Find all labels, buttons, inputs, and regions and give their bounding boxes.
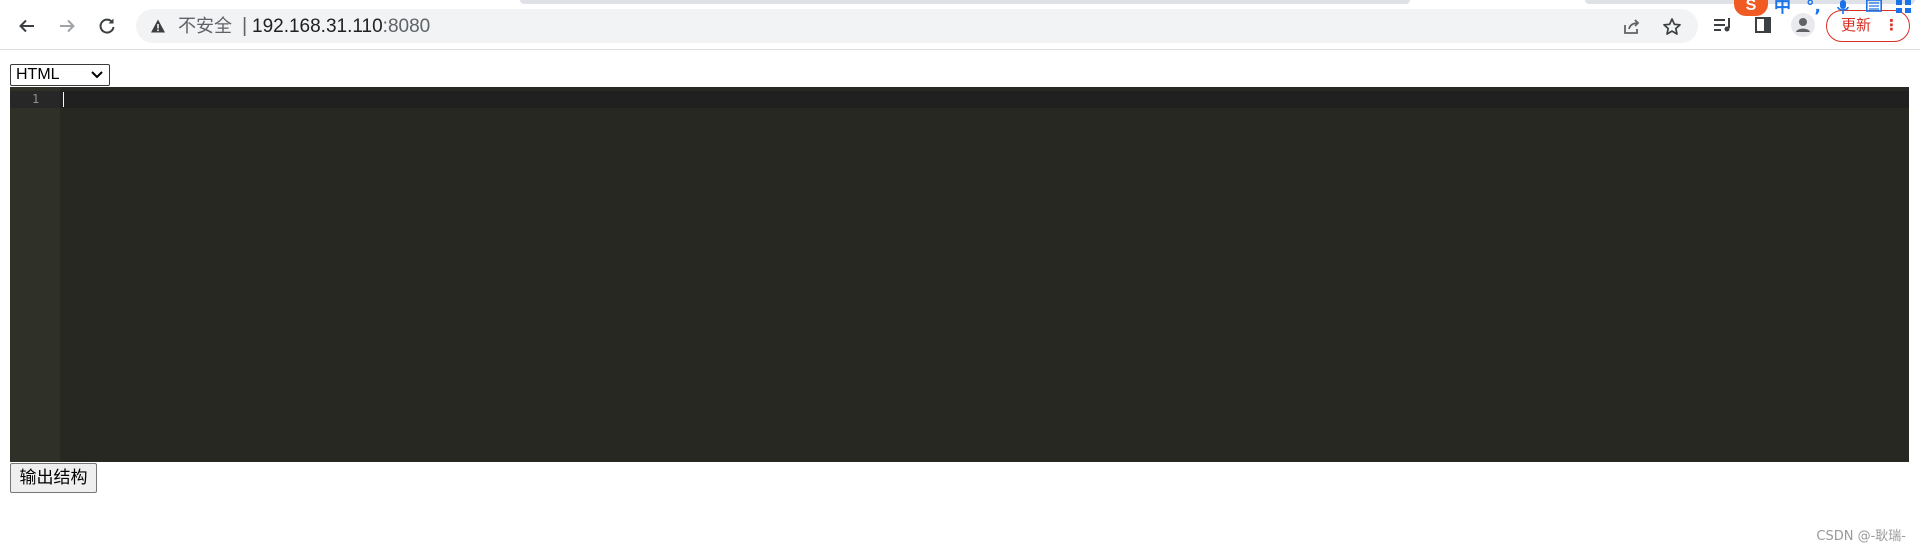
forward-arrow-icon xyxy=(60,19,75,33)
url-host: 192.168.31.110 xyxy=(252,16,383,37)
chevron-down-icon xyxy=(91,71,103,79)
reading-list-icon[interactable] xyxy=(1710,12,1736,38)
keyboard-icon[interactable] xyxy=(1866,0,1882,14)
url-port: :8080 xyxy=(382,16,431,37)
ime-mode-indicator[interactable]: 中 xyxy=(1774,0,1791,16)
back-button[interactable] xyxy=(11,10,43,42)
output-structure-button[interactable]: 输出结构 xyxy=(10,463,97,493)
tab-edge[interactable] xyxy=(520,0,1410,4)
reload-icon xyxy=(99,18,115,34)
page-content: HTML 1 输出结构 CSDN @-耿瑞- xyxy=(0,50,1920,550)
address-bar[interactable]: 不安全 | 192.168.31.110:8080 xyxy=(136,9,1698,43)
language-select[interactable]: HTML xyxy=(10,64,110,86)
url-text[interactable]: 192.168.31.110:8080 xyxy=(252,16,430,38)
browser-toolbar: 不安全 | 192.168.31.110:8080 更新 ⋮ S 中 °, xyxy=(0,0,1920,50)
grid-icon[interactable] xyxy=(1896,0,1912,16)
editor-active-line[interactable] xyxy=(60,91,1909,108)
back-arrow-icon xyxy=(19,19,34,33)
warning-triangle-icon[interactable] xyxy=(150,18,166,34)
share-icon[interactable] xyxy=(1620,15,1644,39)
watermark: CSDN @-耿瑞- xyxy=(1816,529,1906,544)
text-cursor xyxy=(63,92,64,107)
forward-button[interactable] xyxy=(51,10,83,42)
tab-strip-edge xyxy=(0,0,1920,5)
ime-logo-icon[interactable]: S xyxy=(1734,0,1768,16)
security-label[interactable]: 不安全 xyxy=(178,17,232,37)
code-editor[interactable]: 1 xyxy=(10,87,1909,462)
update-label: 更新 xyxy=(1841,16,1872,34)
ime-punctuation-indicator[interactable]: °, xyxy=(1806,0,1821,16)
editor-gutter xyxy=(10,87,60,462)
language-select-value: HTML xyxy=(16,66,60,83)
star-icon[interactable] xyxy=(1660,15,1684,39)
reload-button[interactable] xyxy=(91,10,123,42)
security-separator: | xyxy=(242,15,248,37)
microphone-icon[interactable] xyxy=(1837,0,1849,16)
line-number: 1 xyxy=(32,92,40,106)
